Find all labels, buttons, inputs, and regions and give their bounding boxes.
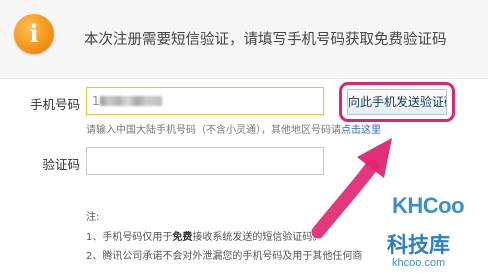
watermark-brand: KHCoo [392,193,465,218]
watermark-domain: khcoo.com [392,257,446,269]
watermark-cn: 科技库 [387,233,450,257]
